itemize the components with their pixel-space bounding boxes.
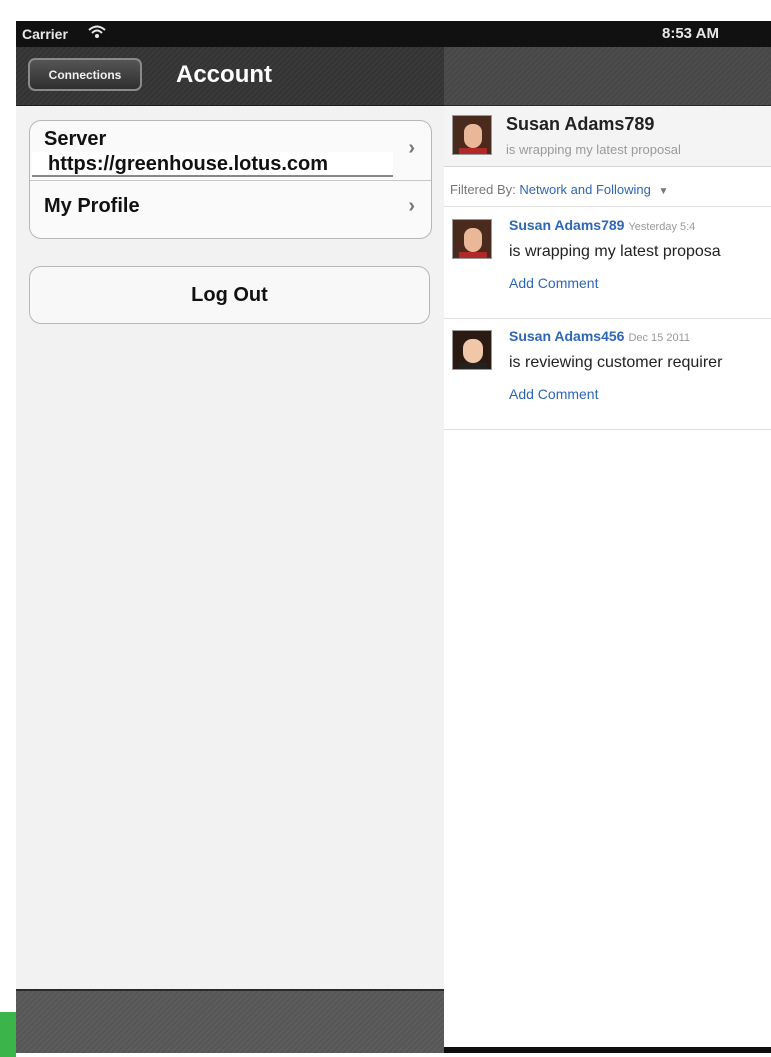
my-profile-cell[interactable]: My Profile ›	[30, 181, 431, 238]
list-item: Susan Adams456 Dec 15 2011 is reviewing c…	[444, 318, 771, 430]
filter-label: Filtered By:	[450, 182, 516, 197]
chevron-right-icon: ›	[408, 195, 415, 217]
green-edge-decoration	[0, 1012, 16, 1057]
server-cell[interactable]: Server https://greenhouse.lotus.com ›	[30, 121, 431, 181]
log-out-button[interactable]: Log Out	[29, 266, 430, 324]
server-label: Server	[44, 128, 107, 150]
settings-group: Server https://greenhouse.lotus.com › My…	[29, 120, 432, 239]
filter-dropdown[interactable]: Filtered By: Network and Following ▼	[450, 182, 668, 197]
clock: 8:53 AM	[662, 25, 719, 42]
filter-value: Network and Following	[519, 182, 651, 197]
account-panel: Connections Account Server https://green…	[16, 47, 444, 1053]
status-bar: Carrier 8:53 AM	[16, 21, 771, 47]
back-button[interactable]: Connections	[28, 58, 142, 91]
chevron-right-icon: ›	[408, 137, 415, 159]
post-author-link[interactable]: Susan Adams789 Yesterday 5:4	[509, 217, 695, 233]
feed-navbar	[444, 47, 771, 106]
header-status: is wrapping my latest proposal	[506, 142, 681, 157]
avatar[interactable]	[452, 219, 492, 259]
add-comment-link[interactable]: Add Comment	[509, 275, 598, 291]
post-text: is reviewing customer requirer	[509, 354, 723, 371]
profile-header[interactable]: Susan Adams789 is wrapping my latest pro…	[444, 106, 771, 167]
avatar	[452, 115, 492, 155]
caret-down-icon: ▼	[658, 186, 669, 197]
page-title: Account	[176, 61, 272, 88]
avatar[interactable]	[452, 330, 492, 370]
feed-panel: Susan Adams789 is wrapping my latest pro…	[444, 106, 771, 1047]
bottom-toolbar	[16, 989, 444, 1053]
post-time: Dec 15 2011	[628, 332, 691, 344]
wifi-icon	[88, 24, 106, 43]
server-url-field[interactable]: https://greenhouse.lotus.com	[32, 152, 393, 177]
account-navbar: Connections Account	[16, 47, 444, 106]
add-comment-link[interactable]: Add Comment	[509, 386, 598, 402]
ipad-screen: Carrier 8:53 AM Susan Adams789 is wrappi…	[16, 21, 771, 1053]
post-author[interactable]: Susan Adams789	[509, 217, 624, 233]
post-author[interactable]: Susan Adams456	[509, 328, 624, 344]
header-name: Susan Adams789	[506, 114, 655, 134]
my-profile-label: My Profile	[44, 195, 140, 217]
post-time: Yesterday 5:4	[628, 221, 696, 233]
post-text: is wrapping my latest proposa	[509, 243, 721, 260]
carrier-label: Carrier	[22, 26, 68, 42]
post-author-link[interactable]: Susan Adams456 Dec 15 2011	[509, 328, 690, 344]
list-item: Susan Adams789 Yesterday 5:4 is wrapping …	[444, 207, 771, 319]
